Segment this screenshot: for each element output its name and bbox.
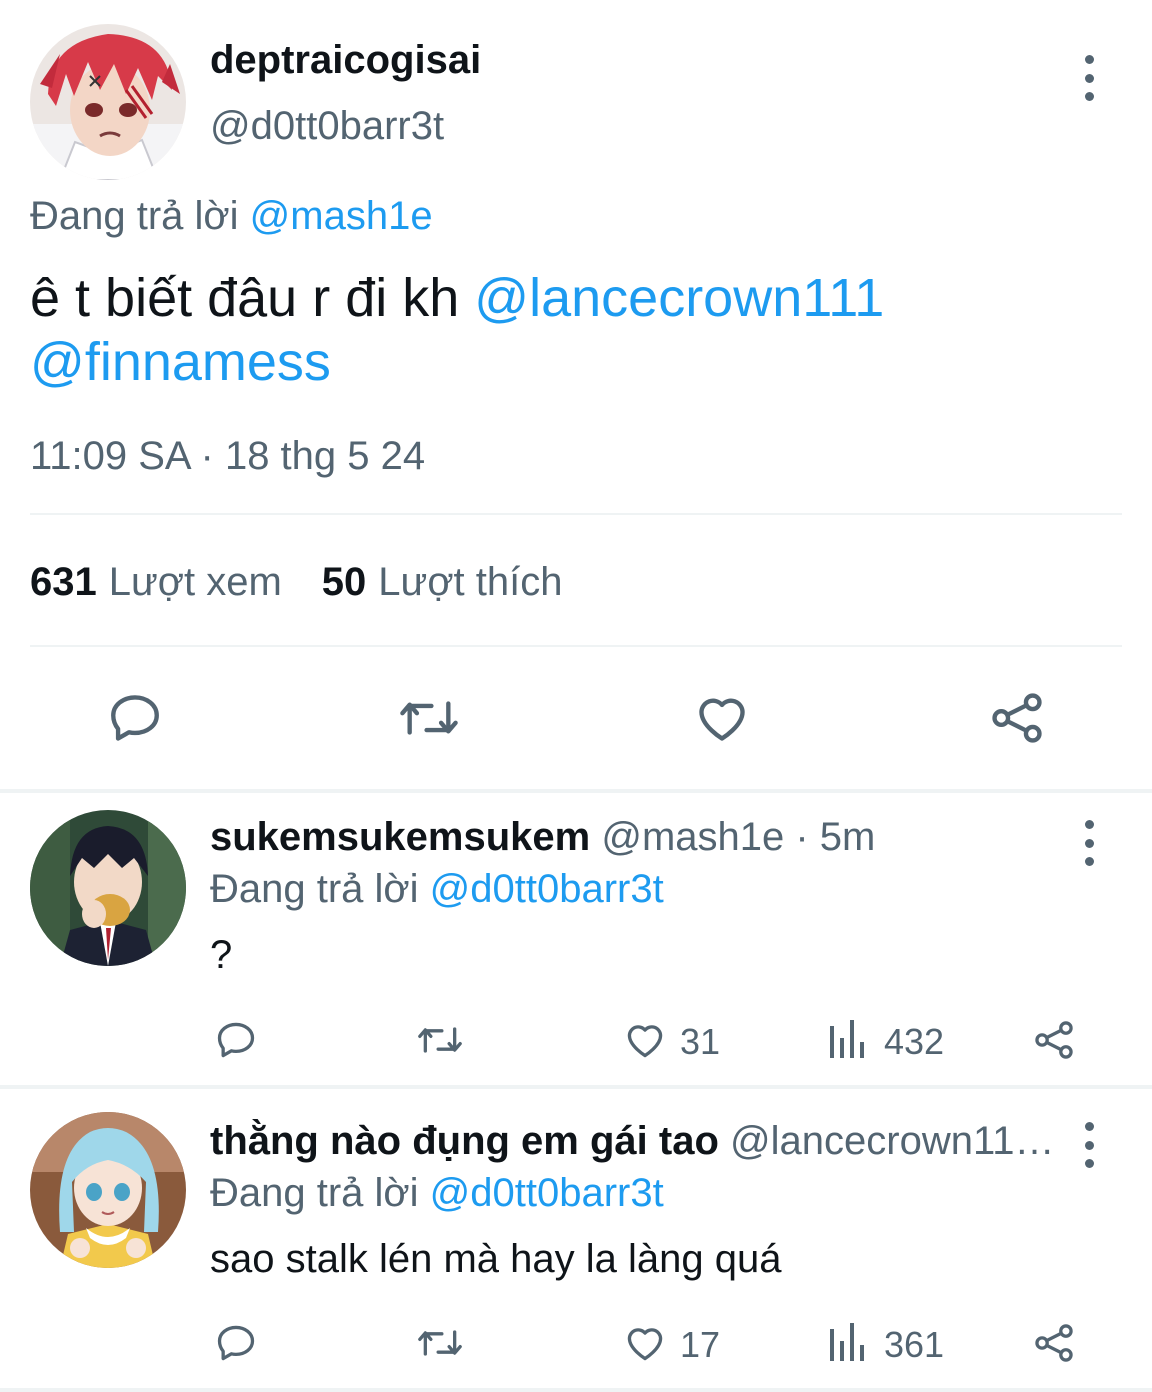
reply-header: sukemsukemsukem @mash1e · 5m [210, 815, 1055, 860]
like-icon[interactable] [692, 689, 752, 747]
main-tweet-handle[interactable]: @d0tt0barr3t [210, 104, 444, 149]
likes-count: 50 [321, 560, 367, 604]
mention-link[interactable]: @finnamess [30, 332, 331, 392]
main-tweet-stats: 631 Lượt xem 50 Lượt thích [30, 560, 563, 605]
reply-replying-to: Đang trả lời @d0tt0barr3t [210, 1171, 664, 1216]
reply-icon[interactable] [214, 1321, 258, 1365]
like-icon[interactable] [622, 1018, 668, 1062]
reply-avatar[interactable] [30, 810, 186, 966]
reply-handle-time[interactable]: @mash1e · 5m [601, 815, 875, 859]
share-icon[interactable] [988, 689, 1046, 747]
retweet-icon[interactable] [396, 689, 462, 747]
likes-stat[interactable]: 50 Lượt thích [322, 560, 563, 605]
divider [30, 513, 1122, 515]
main-tweet-display-name[interactable]: deptraicogisai [210, 38, 481, 83]
reply-replying-to: Đang trả lời @d0tt0barr3t [210, 867, 664, 912]
replying-to-link[interactable]: @mash1e [250, 194, 433, 238]
like-icon[interactable] [622, 1321, 668, 1365]
reply-text: sao stalk lén mà hay la làng quá [210, 1237, 782, 1281]
reply-display-name[interactable]: sukemsukemsukem [210, 815, 590, 859]
retweet-icon[interactable] [414, 1018, 466, 1062]
share-icon[interactable] [1032, 1018, 1076, 1062]
reply-tweet[interactable]: thằng nào đụng em gái tao @lancecrown11…… [0, 1089, 1152, 1388]
divider [30, 645, 1122, 647]
reply-text: ? [210, 933, 233, 977]
replying-prefix: Đang trả lời [210, 867, 419, 911]
mention-link[interactable]: @lancecrown111 [474, 268, 884, 328]
reply-header: thằng nào đụng em gái tao @lancecrown11… [210, 1119, 1055, 1164]
views-label: Lượt xem [108, 560, 282, 604]
section-divider [0, 1388, 1152, 1392]
main-tweet-body: ê t biết đâu r đi kh [30, 268, 460, 328]
like-count: 31 [680, 1021, 721, 1062]
views-stat[interactable]: 631 Lượt xem [30, 560, 282, 605]
views-count: 361 [884, 1324, 945, 1365]
views-icon[interactable] [828, 1321, 868, 1365]
views-count: 432 [884, 1021, 945, 1062]
more-options-icon[interactable] [1079, 820, 1099, 866]
replying-prefix: Đang trả lời [30, 194, 239, 238]
likes-label: Lượt thích [378, 560, 563, 604]
main-tweet-text: ê t biết đâu r đi kh @lancecrown111 @fin… [30, 266, 1120, 394]
replying-to-link[interactable]: @d0tt0barr3t [430, 1171, 664, 1215]
main-tweet: deptraicogisai @d0tt0barr3t Đang trả lời… [0, 0, 1152, 788]
replying-prefix: Đang trả lời [210, 1171, 419, 1215]
like-count: 17 [680, 1324, 721, 1365]
reply-icon[interactable] [214, 1018, 258, 1062]
views-count: 631 [30, 560, 97, 604]
reply-avatar[interactable] [30, 1112, 186, 1268]
main-tweet-replying-to: Đang trả lời @mash1e [30, 194, 433, 239]
main-tweet-timestamp[interactable]: 11:09 SA · 18 thg 5 24 [30, 434, 425, 479]
more-options-icon[interactable] [1079, 55, 1099, 101]
views-icon[interactable] [828, 1018, 868, 1062]
reply-display-name[interactable]: thằng nào đụng em gái tao [210, 1119, 719, 1163]
reply-handle[interactable]: @lancecrown11… [730, 1119, 1054, 1163]
retweet-icon[interactable] [414, 1321, 466, 1365]
main-tweet-avatar[interactable] [30, 24, 186, 180]
share-icon[interactable] [1032, 1321, 1076, 1365]
tweet-thread: deptraicogisai @d0tt0barr3t Đang trả lời… [0, 0, 1152, 1392]
reply-icon[interactable] [106, 689, 164, 747]
replying-to-link[interactable]: @d0tt0barr3t [430, 867, 664, 911]
reply-tweet[interactable]: sukemsukemsukem @mash1e · 5m Đang trả lờ… [0, 793, 1152, 1085]
more-options-icon[interactable] [1079, 1122, 1099, 1168]
